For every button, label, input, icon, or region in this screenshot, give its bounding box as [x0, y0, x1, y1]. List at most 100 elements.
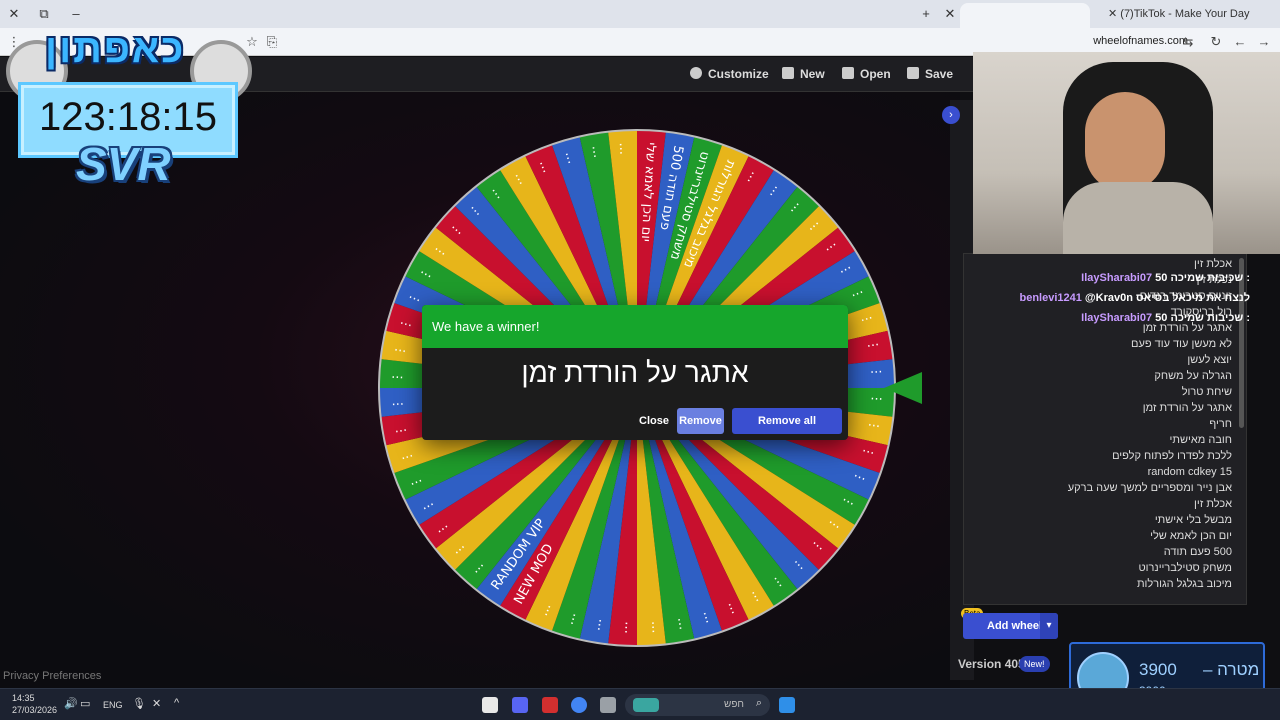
- forward-icon[interactable]: →: [1254, 32, 1274, 52]
- entry-item[interactable]: 15 random cdkey: [1148, 466, 1232, 478]
- search-image-icon: [633, 698, 659, 712]
- overlay-tag: SVR: [76, 138, 171, 190]
- file-explorer-icon[interactable]: [600, 697, 616, 713]
- entry-item[interactable]: אכלת זין: [1194, 498, 1232, 510]
- app-red-icon[interactable]: [542, 697, 558, 713]
- tab-tiktok-title: (7)TikTok - Make Your Day: [1120, 8, 1250, 20]
- entry-item[interactable]: 500 פעם תודה: [1164, 546, 1232, 558]
- wheel-segment-label: ...: [866, 339, 881, 356]
- entry-item[interactable]: מבשל בלי אישתי: [1155, 514, 1232, 526]
- wheel-segment-label: ...: [391, 367, 404, 383]
- webcam-feed: [973, 52, 1280, 254]
- chat-message: IlaySharabi07 שכיבות שמיכה 50 :: [1081, 312, 1250, 324]
- entry-item[interactable]: חובה מאישתי: [1169, 434, 1232, 446]
- entry-item[interactable]: יום הכן לאמא שלי: [1150, 530, 1232, 542]
- tab-close-icon[interactable]: ✕: [940, 4, 960, 24]
- tab-active[interactable]: [960, 3, 1090, 28]
- taskbar-time: 14:35: [12, 693, 35, 703]
- winner-dialog: We have a winner! אתגר על הורדת זמן Clos…: [422, 305, 848, 440]
- entry-item[interactable]: אבן נייר ומספריים למשך שעה ברקע: [1068, 482, 1232, 494]
- customize-label: Customize: [708, 67, 769, 81]
- camera-off-icon[interactable]: ✕: [152, 697, 168, 713]
- tab-tiktok[interactable]: ✕ (7)TikTok - Make Your Day: [1100, 3, 1250, 28]
- privacy-link[interactable]: Privacy Preferences: [3, 670, 101, 682]
- goal-label: מטרה –: [1203, 660, 1260, 679]
- url-text[interactable]: wheelofnames.com: [1093, 35, 1188, 47]
- tab-close-icon[interactable]: ✕: [1108, 8, 1120, 20]
- wheel-segment-label: ...: [643, 621, 659, 634]
- chevron-down-icon[interactable]: ▾: [1040, 613, 1058, 639]
- taskbar-date: 27/03/2026: [12, 705, 58, 715]
- entry-item[interactable]: מיכוב בגלגל הגורלות: [1137, 578, 1232, 590]
- add-wheel-label: Add wheel: [987, 620, 1043, 632]
- network-icon[interactable]: ▭: [80, 697, 96, 713]
- customize-button[interactable]: Customize: [690, 67, 769, 81]
- chat-text: שכיבות שמיכה 50 :: [1155, 272, 1250, 284]
- translate-icon[interactable]: ⇆: [1178, 32, 1198, 52]
- speaker-icon[interactable]: 🔊: [64, 697, 80, 713]
- wheel-segment-label: ...: [870, 394, 883, 410]
- entry-item[interactable]: שיחת טרול: [1182, 386, 1232, 398]
- wheel-segment-label: ...: [393, 420, 408, 437]
- taskbar: 14:35 27/03/2026 🔊 ▭ ENG 🎙 ✕ ^ חפש ⌕: [0, 688, 1280, 720]
- mic-icon[interactable]: 🎙: [132, 697, 148, 713]
- chat-username: IlaySharabi07: [1081, 272, 1156, 284]
- entry-item[interactable]: אתגר על הורדת זמן: [1143, 402, 1232, 414]
- entry-item[interactable]: הגרלה על משחק: [1154, 370, 1232, 382]
- taskbar-search[interactable]: חפש ⌕: [625, 694, 770, 716]
- page-icon[interactable]: ⎘: [262, 32, 282, 52]
- wheel-segment-label: ...: [588, 617, 605, 632]
- minimize-icon[interactable]: –: [66, 4, 86, 24]
- entry-item[interactable]: אכלת זין: [1194, 258, 1232, 270]
- entry-item[interactable]: לא מעשן עוד עוד פעם: [1131, 338, 1232, 350]
- wheel-pointer-icon: [884, 372, 922, 404]
- chat-text: שכיבות שמיכה 50 :: [1155, 312, 1250, 324]
- reload-icon[interactable]: ↻: [1206, 32, 1226, 52]
- chat-username: benlevi1241: [1019, 292, 1085, 304]
- save-icon: [907, 67, 919, 79]
- new-button[interactable]: New: [782, 67, 825, 81]
- save-label: Save: [925, 67, 954, 81]
- windows-start-icon[interactable]: [779, 697, 795, 713]
- overlay-logo: כאפתון: [45, 27, 186, 71]
- dialog-header: We have a winner!: [422, 305, 848, 348]
- new-tab-icon[interactable]: +: [916, 4, 936, 24]
- remove-button[interactable]: Remove: [677, 408, 724, 434]
- wheel-segment-label: ...: [870, 367, 883, 383]
- folder-icon: [842, 67, 854, 79]
- entry-item[interactable]: משחק סטילבריינרוט: [1139, 562, 1233, 574]
- browser-tab-bar: ✕ ⧉ – + ✕ ✕ (7)TikTok - Make Your Day: [0, 0, 1280, 28]
- chat-text: @Krav0n לנצח את מיכאל בסיאס: [1084, 292, 1250, 304]
- restore-icon[interactable]: ⧉: [34, 4, 54, 24]
- entry-item[interactable]: חריף: [1209, 418, 1232, 430]
- wheel-segment-label: ...: [391, 394, 404, 410]
- winner-text: אתגר על הורדת זמן: [521, 357, 749, 388]
- chrome-icon[interactable]: [571, 697, 587, 713]
- wheel-segment-label: ...: [866, 420, 881, 437]
- remove-all-button[interactable]: Remove all instances: [732, 408, 842, 434]
- close-window-icon[interactable]: ✕: [4, 4, 24, 24]
- chevron-right-icon[interactable]: ›: [942, 106, 960, 124]
- wheel-segment-label: ...: [393, 339, 408, 356]
- search-icon: ⌕: [755, 697, 762, 709]
- entry-item[interactable]: ללכת לפדרו לפתוח קלפים: [1112, 450, 1232, 462]
- open-button[interactable]: Open: [842, 67, 891, 81]
- save-button[interactable]: Save: [907, 67, 953, 81]
- version-text: Version 405: [958, 657, 1025, 671]
- new-file-icon: [782, 67, 794, 79]
- chevron-up-icon[interactable]: ^: [174, 697, 190, 713]
- back-icon[interactable]: ←: [1230, 32, 1250, 52]
- chat-username: IlaySharabi07: [1081, 312, 1156, 324]
- steam-icon[interactable]: [482, 697, 498, 713]
- language-indicator[interactable]: ENG: [103, 700, 123, 710]
- chat-message: IlaySharabi07 שכיבות שמיכה 50 :: [1081, 272, 1250, 284]
- new-badge: New!: [1019, 656, 1050, 672]
- discord-icon[interactable]: [512, 697, 528, 713]
- open-label: Open: [860, 67, 891, 81]
- palette-icon: [690, 67, 702, 79]
- hoodie: [1063, 182, 1213, 254]
- entry-item[interactable]: יוצא לעשן: [1187, 354, 1232, 366]
- close-button[interactable]: Close: [630, 408, 678, 434]
- bookmark-star-icon[interactable]: ☆: [242, 32, 262, 52]
- wheel-segment-label: ...: [669, 617, 686, 632]
